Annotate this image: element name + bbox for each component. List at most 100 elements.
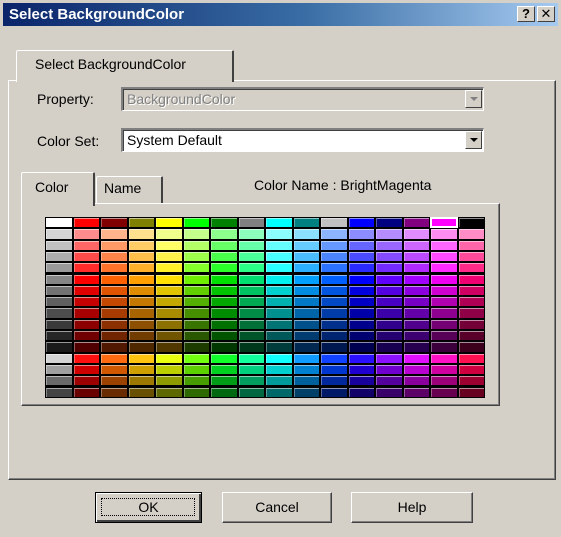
color-swatch[interactable] bbox=[156, 353, 182, 363]
color-swatch[interactable] bbox=[266, 319, 292, 329]
color-swatch[interactable] bbox=[183, 308, 209, 318]
color-swatch[interactable] bbox=[458, 319, 484, 329]
color-swatch[interactable] bbox=[101, 297, 127, 307]
color-swatch[interactable] bbox=[183, 342, 209, 352]
color-swatch[interactable] bbox=[238, 218, 264, 228]
color-swatch[interactable] bbox=[321, 263, 347, 273]
color-swatch[interactable] bbox=[156, 229, 182, 239]
color-swatch[interactable] bbox=[321, 240, 347, 250]
color-swatch[interactable] bbox=[156, 331, 182, 341]
color-swatch[interactable] bbox=[403, 308, 429, 318]
color-swatch[interactable] bbox=[183, 240, 209, 250]
color-swatch[interactable] bbox=[156, 274, 182, 284]
color-swatch[interactable] bbox=[321, 342, 347, 352]
color-swatch[interactable] bbox=[46, 240, 72, 250]
color-swatch[interactable] bbox=[376, 218, 402, 228]
color-swatch[interactable] bbox=[73, 319, 99, 329]
color-swatch[interactable] bbox=[266, 342, 292, 352]
color-swatch[interactable] bbox=[73, 387, 99, 397]
close-icon[interactable]: ✕ bbox=[537, 6, 555, 22]
color-swatch[interactable] bbox=[403, 353, 429, 363]
color-swatch[interactable] bbox=[266, 274, 292, 284]
color-swatch[interactable] bbox=[211, 331, 237, 341]
color-swatch[interactable] bbox=[128, 364, 154, 375]
color-swatch[interactable] bbox=[238, 251, 264, 262]
color-swatch[interactable] bbox=[101, 251, 127, 262]
color-swatch[interactable] bbox=[183, 376, 209, 386]
color-swatch[interactable] bbox=[348, 364, 374, 375]
color-swatch[interactable] bbox=[156, 263, 182, 273]
color-swatch[interactable] bbox=[101, 364, 127, 375]
color-swatch[interactable] bbox=[128, 218, 154, 228]
color-swatch[interactable] bbox=[183, 274, 209, 284]
color-swatch[interactable] bbox=[458, 353, 484, 363]
color-swatch[interactable] bbox=[321, 285, 347, 296]
color-swatch[interactable] bbox=[211, 364, 237, 375]
color-swatch[interactable] bbox=[73, 342, 99, 352]
color-swatch[interactable] bbox=[458, 331, 484, 341]
color-swatch[interactable] bbox=[46, 308, 72, 318]
color-swatch[interactable] bbox=[458, 229, 484, 239]
color-swatch[interactable] bbox=[238, 297, 264, 307]
color-swatch[interactable] bbox=[458, 364, 484, 375]
color-swatch[interactable] bbox=[73, 274, 99, 284]
color-swatch[interactable] bbox=[211, 342, 237, 352]
color-swatch[interactable] bbox=[73, 364, 99, 375]
color-swatch[interactable] bbox=[376, 376, 402, 386]
color-swatch[interactable] bbox=[183, 319, 209, 329]
color-swatch[interactable] bbox=[458, 240, 484, 250]
color-swatch[interactable] bbox=[101, 387, 127, 397]
color-swatch[interactable] bbox=[403, 319, 429, 329]
color-swatch[interactable] bbox=[403, 263, 429, 273]
color-swatch[interactable] bbox=[128, 376, 154, 386]
color-swatch[interactable] bbox=[431, 387, 457, 397]
color-swatch[interactable] bbox=[46, 251, 72, 262]
color-swatch[interactable] bbox=[266, 297, 292, 307]
color-swatch[interactable] bbox=[101, 342, 127, 352]
color-swatch[interactable] bbox=[183, 387, 209, 397]
color-swatch[interactable] bbox=[238, 308, 264, 318]
color-swatch[interactable] bbox=[211, 274, 237, 284]
color-swatch[interactable] bbox=[101, 263, 127, 273]
color-swatch[interactable] bbox=[431, 263, 457, 273]
color-swatch[interactable] bbox=[348, 387, 374, 397]
color-swatch[interactable] bbox=[293, 285, 319, 296]
color-swatch[interactable] bbox=[183, 229, 209, 239]
color-swatch[interactable] bbox=[128, 353, 154, 363]
color-swatch[interactable] bbox=[348, 251, 374, 262]
color-swatch[interactable] bbox=[348, 376, 374, 386]
color-swatch[interactable] bbox=[101, 353, 127, 363]
color-swatch[interactable] bbox=[128, 387, 154, 397]
color-swatch[interactable] bbox=[211, 376, 237, 386]
color-swatch[interactable] bbox=[266, 364, 292, 375]
color-swatch[interactable] bbox=[376, 274, 402, 284]
color-swatch[interactable] bbox=[156, 285, 182, 296]
color-swatch[interactable] bbox=[156, 218, 182, 228]
color-swatch[interactable] bbox=[348, 297, 374, 307]
color-set-combo[interactable]: System Default bbox=[121, 128, 484, 152]
color-swatch[interactable] bbox=[238, 376, 264, 386]
color-swatch[interactable] bbox=[458, 218, 484, 228]
color-swatch[interactable] bbox=[431, 353, 457, 363]
color-swatch[interactable] bbox=[431, 229, 457, 239]
color-swatch[interactable] bbox=[458, 387, 484, 397]
color-swatch[interactable] bbox=[46, 285, 72, 296]
color-swatch[interactable] bbox=[101, 376, 127, 386]
color-swatch[interactable] bbox=[211, 251, 237, 262]
color-swatch[interactable] bbox=[348, 274, 374, 284]
color-swatch[interactable] bbox=[458, 308, 484, 318]
color-swatch[interactable] bbox=[183, 218, 209, 228]
color-swatch[interactable] bbox=[348, 342, 374, 352]
color-swatch[interactable] bbox=[238, 331, 264, 341]
color-swatch[interactable] bbox=[156, 240, 182, 250]
color-swatch[interactable] bbox=[266, 331, 292, 341]
color-swatch[interactable] bbox=[348, 218, 374, 228]
color-swatch[interactable] bbox=[403, 364, 429, 375]
color-swatch[interactable] bbox=[293, 376, 319, 386]
cancel-button[interactable]: Cancel bbox=[222, 492, 332, 523]
color-swatch[interactable] bbox=[376, 364, 402, 375]
color-swatch[interactable] bbox=[348, 331, 374, 341]
color-swatch[interactable] bbox=[128, 319, 154, 329]
color-swatch[interactable] bbox=[403, 387, 429, 397]
color-swatch[interactable] bbox=[156, 319, 182, 329]
